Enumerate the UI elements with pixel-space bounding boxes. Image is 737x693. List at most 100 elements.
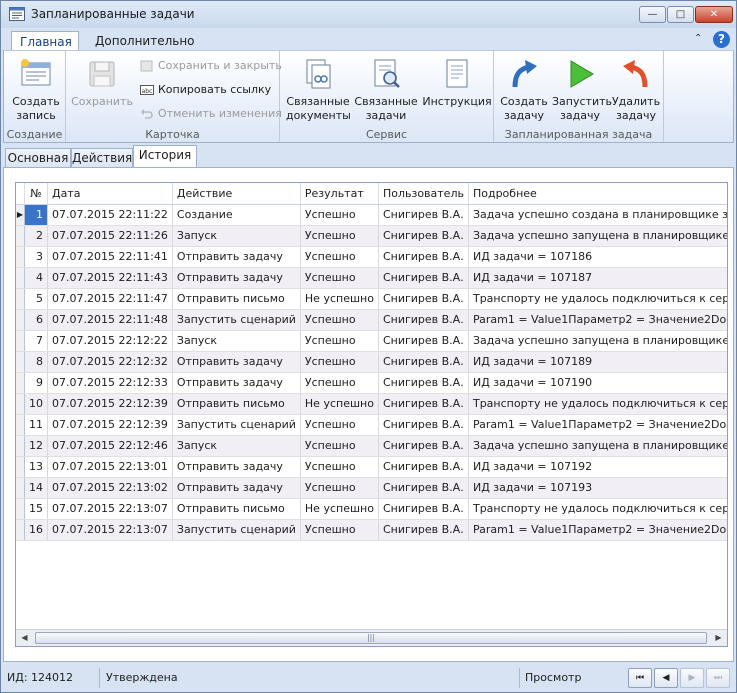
- cell-number: 6: [24, 309, 48, 331]
- cancel-changes-button[interactable]: Отменить изменения: [140, 105, 282, 123]
- cell-result: Успешно: [300, 414, 379, 436]
- tab-main[interactable]: Главная: [11, 31, 79, 51]
- table-row[interactable]: 6 07.07.2015 22:11:48 Запустить сценарий Ус…: [16, 309, 727, 331]
- table-row[interactable]: ▶ 1 07.07.2015 22:11:22 Создание Успешно Сниг…: [16, 204, 727, 226]
- group-card-label: Карточка: [145, 128, 200, 141]
- cell-result: Успешно: [300, 204, 379, 226]
- cell-date: 07.07.2015 22:11:47: [47, 288, 173, 310]
- cell-number: 15: [24, 498, 48, 520]
- linked-tasks-icon: [374, 59, 400, 88]
- cell-details: Param1 = Value1Параметр2 = Значение2DocI…: [468, 309, 727, 331]
- header-user[interactable]: Пользователь: [378, 183, 469, 205]
- scroll-right-icon[interactable]: ▶: [710, 630, 727, 646]
- header-date[interactable]: Дата: [47, 183, 173, 205]
- cell-details: ИД задачи = 107186: [468, 246, 727, 268]
- row-selector[interactable]: [16, 393, 25, 415]
- previous-record-button[interactable]: ◀: [654, 668, 678, 688]
- cell-action: Отправить письмо: [172, 393, 301, 415]
- next-record-button[interactable]: ▶: [680, 668, 704, 688]
- tab-extra[interactable]: Дополнительно: [87, 31, 203, 51]
- row-selector[interactable]: [16, 288, 25, 310]
- table-row[interactable]: 2 07.07.2015 22:11:26 Запуск Успешно Снигире…: [16, 225, 727, 247]
- table-row[interactable]: 14 07.07.2015 22:13:02 Отправить задачу Усп…: [16, 477, 727, 499]
- row-selector[interactable]: [16, 414, 25, 436]
- cell-date: 07.07.2015 22:11:22: [47, 204, 173, 226]
- row-selector[interactable]: [16, 435, 25, 457]
- cell-result: Успешно: [300, 330, 379, 352]
- row-selector[interactable]: [16, 330, 25, 352]
- help-icon[interactable]: ?: [713, 31, 730, 48]
- minimize-button[interactable]: —: [639, 6, 666, 23]
- last-record-button[interactable]: ⏭: [706, 668, 730, 688]
- linked-tasks-label-1: Связанные: [354, 95, 418, 108]
- row-selector[interactable]: [16, 246, 25, 268]
- cell-details: Param1 = Value1Параметр2 = Значение2DocI…: [468, 414, 727, 436]
- table-row[interactable]: 4 07.07.2015 22:11:43 Отправить задачу Успе…: [16, 267, 727, 289]
- cell-result: Успешно: [300, 309, 379, 331]
- row-selector[interactable]: [16, 351, 25, 373]
- row-selector[interactable]: [16, 225, 25, 247]
- table-row[interactable]: 7 07.07.2015 22:12:22 Запуск Успешно Снигире…: [16, 330, 727, 352]
- first-record-button[interactable]: ⏮: [628, 668, 652, 688]
- cell-date: 07.07.2015 22:12:46: [47, 435, 173, 457]
- run-task-button[interactable]: Запустить задачу: [552, 55, 612, 123]
- create-record-label-1: Создать: [12, 95, 60, 108]
- row-selector[interactable]: [16, 372, 25, 394]
- scroll-thumb[interactable]: |||: [35, 632, 707, 644]
- create-record-button[interactable]: Создать запись: [8, 55, 64, 123]
- header-details[interactable]: Подробнее: [468, 183, 727, 205]
- table-row[interactable]: 5 07.07.2015 22:11:47 Отправить письмо Не у…: [16, 288, 727, 310]
- delete-task-button[interactable]: Удалить задачу: [608, 55, 664, 123]
- create-record-icon: [21, 59, 51, 86]
- row-selector[interactable]: [16, 477, 25, 499]
- row-selector[interactable]: [16, 498, 25, 520]
- cell-user: Снигирев В.А.: [378, 477, 469, 499]
- current-row-indicator-icon[interactable]: ▶: [16, 204, 25, 226]
- cell-action: Отправить задачу: [172, 267, 301, 289]
- instruction-button[interactable]: Инструкция: [422, 55, 492, 109]
- create-task-button[interactable]: Создать задачу: [496, 55, 552, 123]
- header-action[interactable]: Действие: [172, 183, 301, 205]
- tab-history[interactable]: История: [133, 145, 197, 168]
- linked-documents-button[interactable]: Связанные документы: [286, 55, 351, 123]
- row-selector[interactable]: [16, 267, 25, 289]
- header-result[interactable]: Результат: [300, 183, 379, 205]
- linked-tasks-button[interactable]: Связанные задачи: [354, 55, 418, 123]
- maximize-button[interactable]: □: [667, 6, 694, 23]
- table-row[interactable]: 10 07.07.2015 22:12:39 Отправить письмо Не …: [16, 393, 727, 415]
- cell-details: Param1 = Value1Параметр2 = Значение2DocI…: [468, 519, 727, 541]
- tab-actions[interactable]: Действия: [71, 148, 133, 168]
- header-number[interactable]: №: [24, 183, 48, 205]
- table-row[interactable]: 15 07.07.2015 22:13:07 Отправить письмо Не …: [16, 498, 727, 520]
- table-row[interactable]: 12 07.07.2015 22:12:46 Запуск Успешно Снигир…: [16, 435, 727, 457]
- table-row[interactable]: 8 07.07.2015 22:12:32 Отправить задачу Успе…: [16, 351, 727, 373]
- ribbon-tab-row: Главная Дополнительно ⌃ ?: [1, 28, 736, 51]
- cell-action: Отправить задачу: [172, 351, 301, 373]
- save-close-button[interactable]: Сохранить и закрыть: [140, 57, 282, 75]
- table-row[interactable]: 3 07.07.2015 22:11:41 Отправить задачу Успе…: [16, 246, 727, 268]
- scroll-left-icon[interactable]: ◀: [16, 630, 33, 646]
- cell-action: Запустить сценарий: [172, 414, 301, 436]
- table-row[interactable]: 11 07.07.2015 22:12:39 Запустить сценарий У…: [16, 414, 727, 436]
- close-button[interactable]: ✕: [695, 6, 733, 23]
- save-close-icon: [140, 60, 153, 72]
- tab-basic[interactable]: Основная: [5, 148, 71, 168]
- history-panel: № Дата Действие Результат Пользователь П…: [3, 167, 734, 662]
- row-selector[interactable]: [16, 456, 25, 478]
- cell-user: Снигирев В.А.: [378, 519, 469, 541]
- save-button[interactable]: Сохранить: [70, 55, 134, 109]
- status-bar: ИД: 124012 Утверждена Просмотр ⏮ ◀ ▶ ⏭: [1, 664, 736, 692]
- collapse-ribbon-icon[interactable]: ⌃: [694, 33, 702, 44]
- cell-details: Задача успешно создана в планировщике за…: [468, 204, 727, 226]
- cell-number: 13: [24, 456, 48, 478]
- table-row[interactable]: 16 07.07.2015 22:13:07 Запустить сценарий У…: [16, 519, 727, 541]
- create-task-label-1: Создать: [500, 95, 548, 108]
- copy-link-button[interactable]: abc Копировать ссылку: [140, 81, 271, 99]
- horizontal-scrollbar[interactable]: ◀ ||| ▶: [16, 629, 727, 646]
- row-selector[interactable]: [16, 519, 25, 541]
- table-row[interactable]: 9 07.07.2015 22:12:33 Отправить задачу Успе…: [16, 372, 727, 394]
- row-selector[interactable]: [16, 309, 25, 331]
- table-row[interactable]: 13 07.07.2015 22:13:01 Отправить задачу Усп…: [16, 456, 727, 478]
- cell-date: 07.07.2015 22:13:02: [47, 477, 173, 499]
- cell-action: Отправить письмо: [172, 498, 301, 520]
